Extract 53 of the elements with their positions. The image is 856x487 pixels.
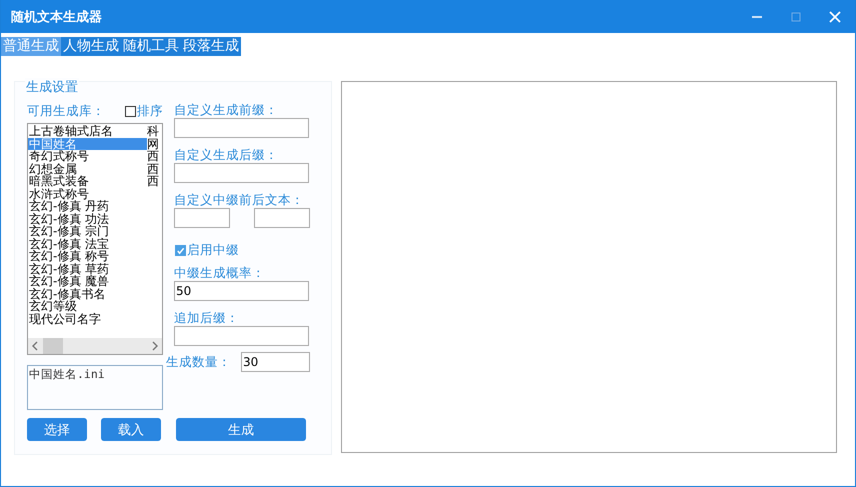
window-title: 随机文本生成器 <box>11 8 102 26</box>
close-icon[interactable] <box>829 10 841 22</box>
count-field[interactable]: 30 <box>241 352 310 372</box>
tab[interactable]: 人物生成 <box>61 37 121 56</box>
list-item[interactable]: 科 <box>147 125 159 138</box>
list-item[interactable]: 暗黑式装备 <box>28 175 147 188</box>
list-item[interactable]: 玄幻-修真 草药 <box>28 262 147 275</box>
scroll-right-icon[interactable] <box>151 341 159 351</box>
group-title: 生成设置 <box>25 78 79 96</box>
suffix-label: 自定义生成后缀： <box>174 146 279 163</box>
append-suffix-field[interactable] <box>174 326 309 346</box>
append-suffix-label: 追加后缀： <box>174 309 240 326</box>
list-item[interactable]: 网 <box>147 138 159 150</box>
list-item[interactable]: 现代公司名字 <box>28 312 147 325</box>
list-item[interactable]: 玄幻-修真书名 <box>28 288 147 300</box>
infix-rate-label: 中缀生成概率： <box>174 264 266 281</box>
scroll-thumb[interactable] <box>43 338 63 354</box>
list-item[interactable]: 西 <box>147 162 159 175</box>
library-list[interactable]: 上古卷轴式店名 科 中国姓名 网 奇幻式称号 西 幻想金属 西 暗黑式装备 西 水浒式称号 玄幻-修真 丹药 玄幻-修真 功法 玄幻-修真 宗门 玄幻-修真 法宝 玄幻-修真 称号 玄幻-修真 草药 玄幻-修真 魔兽 玄幻-修真书名 玄幻等级 现代公司名字 <box>27 123 163 355</box>
infix-after-field[interactable] <box>254 208 310 228</box>
list-item[interactable]: 玄幻-修真 魔兽 <box>28 275 147 288</box>
prefix-label: 自定义生成前缀： <box>174 101 279 118</box>
list-item[interactable]: 玄幻-修真 功法 <box>28 212 147 225</box>
count-label: 生成数量： <box>166 354 231 370</box>
list-item[interactable]: 玄幻等级 <box>28 300 147 312</box>
list-item[interactable]: 玄幻-修真 法宝 <box>28 238 147 250</box>
library-label: 可用生成库： <box>27 102 105 120</box>
maximize-icon[interactable] <box>790 10 802 22</box>
list-item[interactable]: 玄幻-修真 宗门 <box>28 225 147 238</box>
infix-before-field[interactable] <box>174 208 230 228</box>
generate-button[interactable]: 生成 <box>176 418 306 441</box>
list-item[interactable]: 玄幻-修真 称号 <box>28 250 147 262</box>
infix-rate-field[interactable]: 50 <box>174 281 309 301</box>
list-item[interactable]: 西 <box>147 150 159 162</box>
tab[interactable]: 随机工具 <box>121 37 181 56</box>
list-item[interactable]: 玄幻-修真 丹药 <box>28 200 147 212</box>
list-item[interactable]: 奇幻式称号 <box>28 150 147 162</box>
prefix-field[interactable] <box>174 118 309 138</box>
scroll-left-icon[interactable] <box>31 341 39 351</box>
list-item[interactable]: 上古卷轴式店名 <box>28 125 147 138</box>
file-field[interactable]: 中国姓名.ini <box>27 365 163 410</box>
check-icon <box>176 246 185 256</box>
tab[interactable]: 段落生成 <box>181 37 241 56</box>
list-item[interactable]: 水浒式称号 <box>28 188 147 200</box>
choose-button[interactable]: 选择 <box>27 418 87 441</box>
sort-checkbox[interactable]: 排序 <box>125 102 163 120</box>
load-button[interactable]: 载入 <box>101 418 161 441</box>
scrollbar[interactable] <box>28 338 162 354</box>
enable-infix-checkbox[interactable]: 启用中缀 <box>175 242 310 259</box>
infix-label: 自定义中缀前后文本： <box>174 191 305 208</box>
suffix-field[interactable] <box>174 163 309 183</box>
list-item[interactable]: 西 <box>147 175 159 188</box>
list-item[interactable]: 幻想金属 <box>28 162 147 175</box>
